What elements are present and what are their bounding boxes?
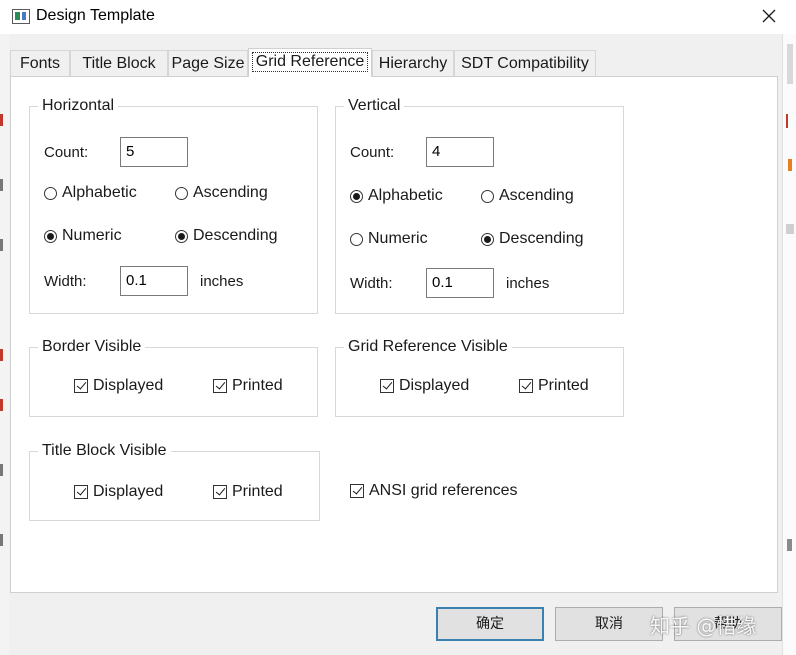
ansi-grid-references-checkbox[interactable]: ANSI grid references: [350, 482, 518, 500]
window-title: Design Template: [36, 7, 155, 24]
radio-indicator: [481, 189, 494, 203]
grid-reference-visible-title: Grid Reference Visible: [344, 338, 512, 356]
grid-printed-checkbox[interactable]: Printed: [519, 377, 589, 395]
radio-label: Alphabetic: [62, 184, 137, 201]
checkbox-indicator: [74, 485, 88, 499]
horizontal-group: Horizontal Count: 5 Alphabetic Ascending…: [29, 97, 318, 314]
background-app-right-edge: [782, 34, 796, 655]
radio-indicator: [175, 186, 188, 200]
vertical-count-label: Count:: [350, 144, 395, 161]
checkbox-indicator: [213, 379, 227, 393]
border-visible-group: Border Visible Displayed Printed: [29, 338, 318, 417]
radio-label: Alphabetic: [368, 187, 443, 204]
radio-indicator: [481, 232, 494, 246]
tab-title-block[interactable]: Title Block: [70, 50, 168, 76]
checkbox-label: Displayed: [399, 377, 470, 394]
vertical-descending-radio[interactable]: Descending: [481, 230, 584, 248]
tab-label: Fonts: [19, 55, 60, 72]
horizontal-width-label: Width:: [44, 273, 87, 290]
tab-label: Page Size: [171, 55, 245, 72]
radio-indicator: [350, 189, 363, 203]
tab-strip: Fonts Title Block Page Size Grid Referen…: [10, 48, 780, 77]
cancel-button[interactable]: 取消: [555, 607, 663, 641]
title-bar: Design Template: [0, 0, 796, 34]
radio-indicator: [175, 229, 188, 243]
grid-reference-panel: Horizontal Count: 5 Alphabetic Ascending…: [10, 76, 778, 593]
checkbox-indicator: [213, 485, 227, 499]
checkbox-label: Printed: [232, 483, 283, 500]
horizontal-descending-radio[interactable]: Descending: [175, 227, 278, 245]
horizontal-count-input[interactable]: 5: [120, 137, 188, 167]
tab-fonts[interactable]: Fonts: [10, 50, 70, 76]
radio-label: Ascending: [193, 184, 268, 201]
window-icon: [12, 9, 30, 24]
vertical-group: Vertical Count: 4 Alphabetic Ascending N…: [335, 97, 624, 314]
checkbox-indicator: [519, 379, 533, 393]
watermark: 知乎 @惜缘: [650, 614, 757, 638]
vertical-width-unit: inches: [506, 275, 550, 292]
tab-page-size[interactable]: Page Size: [168, 50, 248, 76]
horizontal-alphabetic-radio[interactable]: Alphabetic: [44, 184, 137, 202]
vertical-width-label: Width:: [350, 275, 393, 292]
vertical-alphabetic-radio[interactable]: Alphabetic: [350, 187, 443, 205]
tab-label: Grid Reference: [251, 52, 369, 72]
tab-grid-reference[interactable]: Grid Reference: [248, 48, 372, 77]
checkbox-indicator: [350, 484, 364, 498]
background-app-left-edge: [0, 34, 9, 655]
checkbox-label: Printed: [538, 377, 589, 394]
vertical-numeric-radio[interactable]: Numeric: [350, 230, 428, 248]
checkbox-indicator: [380, 379, 394, 393]
checkbox-indicator: [74, 379, 88, 393]
border-printed-checkbox[interactable]: Printed: [213, 377, 283, 395]
grid-displayed-checkbox[interactable]: Displayed: [380, 377, 469, 395]
radio-label: Numeric: [62, 227, 122, 244]
horizontal-numeric-radio[interactable]: Numeric: [44, 227, 122, 245]
horizontal-width-unit: inches: [200, 273, 244, 290]
border-visible-title: Border Visible: [38, 338, 146, 356]
checkbox-label: Displayed: [93, 377, 164, 394]
checkbox-label: Printed: [232, 377, 283, 394]
title-block-visible-title: Title Block Visible: [38, 442, 171, 460]
checkbox-label: ANSI grid references: [369, 482, 518, 499]
vertical-ascending-radio[interactable]: Ascending: [481, 187, 574, 205]
vertical-count-input[interactable]: 4: [426, 137, 494, 167]
tab-label: Title Block: [82, 55, 156, 72]
close-icon: [762, 9, 776, 23]
radio-indicator: [44, 229, 57, 243]
checkbox-label: Displayed: [93, 483, 164, 500]
tab-label: SDT Compatibility: [461, 55, 589, 72]
close-button[interactable]: [754, 2, 784, 30]
vertical-width-input[interactable]: 0.1: [426, 268, 494, 298]
title-block-visible-group: Title Block Visible Displayed Printed: [29, 442, 320, 521]
vertical-group-title: Vertical: [344, 97, 405, 115]
horizontal-group-title: Horizontal: [38, 97, 119, 115]
horizontal-ascending-radio[interactable]: Ascending: [175, 184, 268, 202]
horizontal-count-label: Count:: [44, 144, 89, 161]
ok-button[interactable]: 确定: [436, 607, 544, 641]
radio-label: Numeric: [368, 230, 428, 247]
radio-label: Descending: [193, 227, 278, 244]
title-block-printed-checkbox[interactable]: Printed: [213, 483, 283, 501]
tab-sdt-compatibility[interactable]: SDT Compatibility: [454, 50, 596, 76]
title-block-displayed-checkbox[interactable]: Displayed: [74, 483, 163, 501]
radio-label: Descending: [499, 230, 584, 247]
horizontal-width-input[interactable]: 0.1: [120, 266, 188, 296]
tab-label: Hierarchy: [378, 55, 448, 72]
radio-label: Ascending: [499, 187, 574, 204]
border-displayed-checkbox[interactable]: Displayed: [74, 377, 163, 395]
grid-reference-visible-group: Grid Reference Visible Displayed Printed: [335, 338, 624, 417]
radio-indicator: [350, 232, 363, 246]
radio-indicator: [44, 186, 57, 200]
tab-hierarchy[interactable]: Hierarchy: [372, 50, 454, 76]
